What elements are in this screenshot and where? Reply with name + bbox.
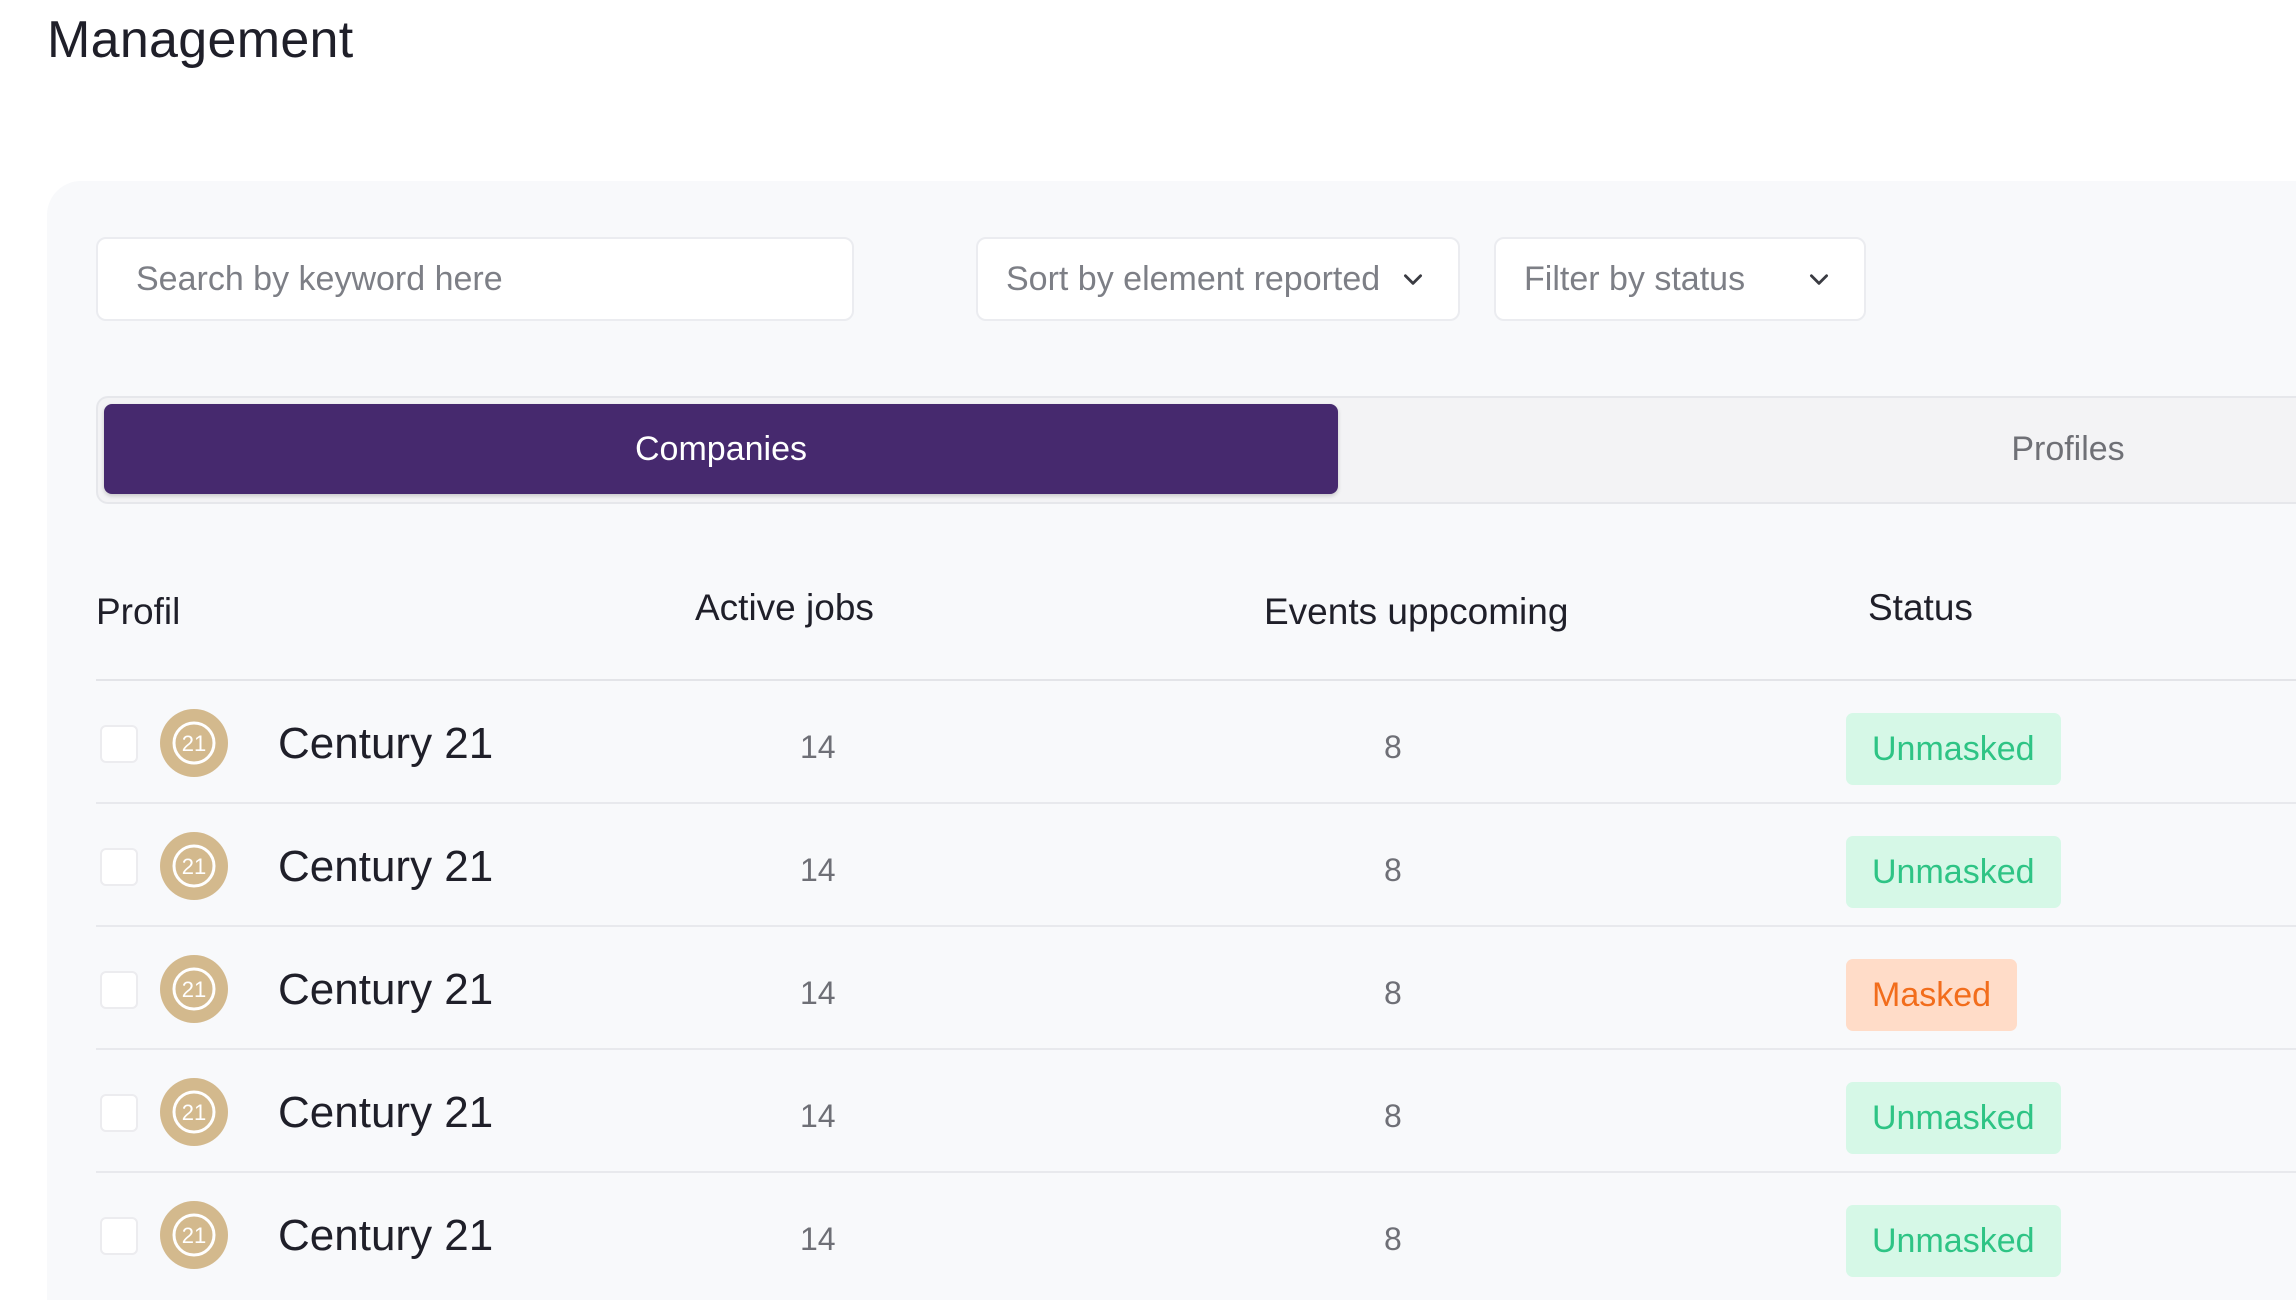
column-header-profil[interactable]: Profil (96, 591, 180, 633)
companies-table: Profil Active jobs Events uppcoming Stat… (96, 551, 2296, 1294)
row-checkbox[interactable] (100, 1094, 138, 1132)
century21-logo-icon: 21 (172, 1213, 216, 1257)
page-title: Management (47, 11, 354, 69)
search-input[interactable] (96, 237, 854, 321)
active-jobs-count: 14 (800, 1221, 836, 1257)
century21-logo-icon: 21 (172, 721, 216, 765)
table-header: Profil Active jobs Events uppcoming Stat… (96, 551, 2296, 681)
active-jobs-count: 14 (800, 852, 836, 888)
tab-bar: Companies Profiles (96, 396, 2296, 504)
column-header-active-jobs[interactable]: Active jobs (695, 587, 874, 629)
avatar: 21 (160, 955, 228, 1023)
active-jobs-count: 14 (800, 975, 836, 1011)
company-name[interactable]: Century 21 (278, 965, 493, 1015)
century21-logo-icon: 21 (172, 1090, 216, 1134)
table-row[interactable]: 21 Century 21 14 8 Unmasked (96, 1050, 2296, 1173)
row-checkbox[interactable] (100, 971, 138, 1009)
company-name[interactable]: Century 21 (278, 842, 493, 892)
svg-text:21: 21 (182, 731, 206, 756)
table-row[interactable]: 21 Century 21 14 8 Unmasked (96, 1173, 2296, 1294)
avatar: 21 (160, 832, 228, 900)
status-badge[interactable]: Masked (1846, 959, 2018, 1031)
svg-text:21: 21 (182, 977, 206, 1002)
active-jobs-count: 14 (800, 729, 836, 765)
management-panel: Sort by element reported Filter by statu… (47, 181, 2296, 1300)
chevron-down-icon (1404, 274, 1422, 285)
company-name[interactable]: Century 21 (278, 1088, 493, 1138)
status-filter-dropdown[interactable]: Filter by status (1494, 237, 1866, 321)
column-header-status[interactable]: Status (1868, 587, 1973, 629)
row-checkbox[interactable] (100, 725, 138, 763)
svg-text:21: 21 (182, 1223, 206, 1248)
row-checkbox[interactable] (100, 848, 138, 886)
sort-dropdown[interactable]: Sort by element reported (976, 237, 1460, 321)
events-count: 8 (1384, 975, 1402, 1011)
century21-logo-icon: 21 (172, 967, 216, 1011)
table-row[interactable]: 21 Century 21 14 8 Masked (96, 927, 2296, 1050)
row-checkbox[interactable] (100, 1217, 138, 1255)
table-row[interactable]: 21 Century 21 14 8 Unmasked (96, 681, 2296, 804)
table-row[interactable]: 21 Century 21 14 8 Unmasked (96, 804, 2296, 927)
events-count: 8 (1384, 852, 1402, 888)
tab-profiles[interactable]: Profiles (1338, 404, 2296, 494)
status-badge[interactable]: Unmasked (1846, 713, 2061, 785)
table-body: 21 Century 21 14 8 Unmasked 21 Century 21 14 8 Un… (96, 681, 2296, 1294)
avatar: 21 (160, 1078, 228, 1146)
svg-text:21: 21 (182, 1100, 206, 1125)
events-count: 8 (1384, 1221, 1402, 1257)
sort-dropdown-label: Sort by element reported (1006, 259, 1381, 298)
status-filter-label: Filter by status (1524, 259, 1746, 298)
company-name[interactable]: Century 21 (278, 719, 493, 769)
avatar: 21 (160, 1201, 228, 1269)
chevron-down-icon (1810, 274, 1828, 285)
avatar: 21 (160, 709, 228, 777)
events-count: 8 (1384, 729, 1402, 765)
status-badge[interactable]: Unmasked (1846, 1205, 2061, 1277)
status-badge[interactable]: Unmasked (1846, 1082, 2061, 1154)
status-badge[interactable]: Unmasked (1846, 836, 2061, 908)
active-jobs-count: 14 (800, 1098, 836, 1134)
events-count: 8 (1384, 1098, 1402, 1134)
svg-text:21: 21 (182, 854, 206, 879)
tab-companies[interactable]: Companies (104, 404, 1338, 494)
company-name[interactable]: Century 21 (278, 1211, 493, 1261)
century21-logo-icon: 21 (172, 844, 216, 888)
column-header-events[interactable]: Events uppcoming (1264, 591, 1568, 633)
